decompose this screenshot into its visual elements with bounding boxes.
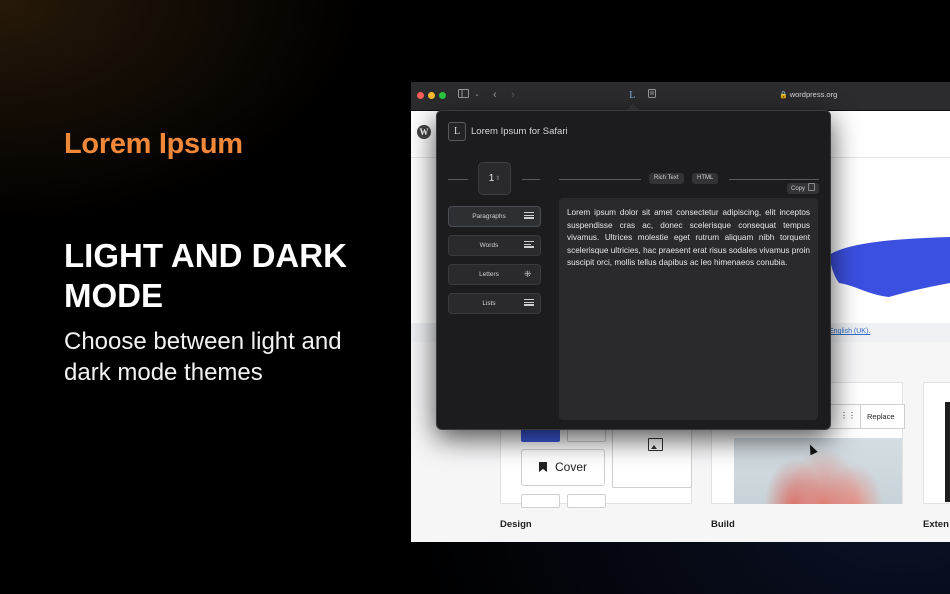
replace-button[interactable]: Replace bbox=[860, 405, 901, 428]
subheadline: Choose between light and dark mode theme… bbox=[64, 328, 342, 386]
extension-popover: L Lorem Ipsum for Safari 1⇕ Rich Text HT… bbox=[436, 110, 831, 430]
output-text: Lorem ipsum dolor sit amet consectetur a… bbox=[567, 208, 810, 268]
divider bbox=[448, 179, 468, 180]
words-label: Words bbox=[479, 242, 499, 249]
lists-button[interactable]: Lists bbox=[448, 293, 541, 314]
forward-arrow-icon[interactable]: › bbox=[511, 88, 515, 102]
letters-icon: ⁜ bbox=[524, 269, 532, 279]
address-url: wordpress.org bbox=[789, 90, 838, 99]
headline: LIGHT AND DARK MODE bbox=[64, 237, 347, 314]
lorem-ipsum-extension-icon[interactable]: L bbox=[629, 88, 636, 102]
wordpress-logo-icon[interactable]: W bbox=[417, 125, 431, 139]
block-placeholder-3 bbox=[567, 494, 606, 508]
copy-label: Copy bbox=[791, 186, 806, 192]
divider bbox=[729, 179, 819, 180]
copy-button[interactable]: Copy bbox=[787, 183, 820, 194]
count-value: 1 bbox=[488, 173, 495, 184]
copy-icon bbox=[808, 183, 816, 191]
chevron-down-icon[interactable]: ⌄ bbox=[474, 88, 480, 102]
html-tab[interactable]: HTML bbox=[692, 173, 719, 184]
extension-title: Lorem Ipsum for Safari bbox=[471, 126, 568, 137]
divider bbox=[522, 179, 540, 180]
output-text-area[interactable]: Lorem ipsum dolor sit amet consectetur a… bbox=[559, 198, 818, 420]
stepper-arrows-icon[interactable]: ⇕ bbox=[495, 176, 500, 182]
back-arrow-icon[interactable]: ‹ bbox=[493, 88, 497, 102]
lists-label: Lists bbox=[482, 300, 496, 307]
letters-button[interactable]: Letters ⁜ bbox=[448, 264, 541, 285]
address-bar[interactable]: 🔒 wordpress.org bbox=[779, 90, 837, 99]
image-block bbox=[612, 424, 692, 488]
gallery-label-design: Design bbox=[500, 519, 532, 530]
cover-block[interactable]: Cover bbox=[521, 449, 605, 486]
gallery-label-extend: Exten bbox=[923, 519, 949, 530]
flower-image bbox=[734, 438, 902, 504]
divider bbox=[559, 179, 641, 180]
brand-title: Lorem Ipsum bbox=[64, 128, 243, 160]
zoom-window-button[interactable] bbox=[439, 92, 446, 99]
close-window-button[interactable] bbox=[417, 92, 424, 99]
image-icon bbox=[648, 438, 663, 451]
words-icon bbox=[524, 241, 534, 250]
cover-label: Cover bbox=[554, 460, 587, 474]
gallery-label-build: Build bbox=[711, 519, 735, 530]
sidebar-toggle-icon[interactable] bbox=[458, 88, 469, 102]
lorem-ipsum-logo-icon: L bbox=[448, 122, 466, 141]
paragraphs-button[interactable]: Paragraphs bbox=[448, 206, 541, 227]
count-stepper[interactable]: 1⇕ bbox=[478, 162, 511, 195]
paragraphs-label: Paragraphs bbox=[472, 213, 506, 220]
minimize-window-button[interactable] bbox=[428, 92, 435, 99]
block-toolbar: ⋮⋮ Replace bbox=[819, 404, 905, 429]
words-button[interactable]: Words bbox=[448, 235, 541, 256]
rich-text-tab[interactable]: Rich Text bbox=[649, 173, 684, 184]
browser-toolbar: ⌄ ‹ › L 🔒 wordpress.org bbox=[411, 82, 950, 111]
grid-icon[interactable]: ⋮⋮ bbox=[840, 412, 856, 420]
lock-icon: 🔒 bbox=[779, 92, 788, 99]
block-placeholder-2 bbox=[521, 494, 560, 508]
lists-icon bbox=[524, 299, 534, 308]
paragraphs-icon bbox=[524, 212, 534, 221]
extend-card-dark-block bbox=[945, 402, 950, 502]
bookmark-icon bbox=[538, 462, 547, 472]
blue-brush-stroke-image bbox=[829, 237, 950, 297]
reader-icon[interactable] bbox=[648, 88, 656, 102]
language-link[interactable]: English (UK). bbox=[829, 328, 870, 335]
letters-label: Letters bbox=[479, 271, 499, 278]
